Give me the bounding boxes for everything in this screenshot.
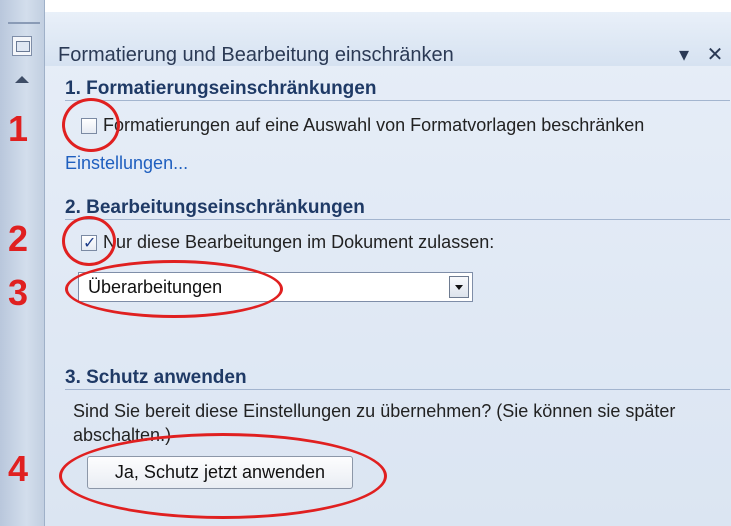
formatting-restriction-checkbox[interactable] — [81, 118, 97, 134]
editing-restriction-checkbox[interactable] — [81, 233, 97, 252]
strip-separator — [8, 22, 40, 24]
section-formatting-heading: 1. Formatierungseinschränkungen — [65, 78, 377, 99]
editing-type-select[interactable]: Überarbeitungen — [78, 272, 473, 302]
apply-protection-button[interactable]: Ja, Schutz jetzt anwenden — [87, 456, 353, 489]
panel-title: Formatierung und Bearbeitung einschränke… — [58, 44, 454, 66]
editing-checkbox-label: Nur diese Bearbeitungen im Dokument zula… — [103, 232, 495, 252]
section-editing-heading: 2. Bearbeitungseinschränkungen — [65, 197, 365, 218]
dropdown-icon[interactable] — [449, 276, 469, 298]
scroll-up-icon[interactable] — [15, 76, 29, 83]
annotation-number: 2 — [8, 218, 29, 259]
restrict-editing-panel: Formatierung und Bearbeitung einschränke… — [8, 0, 731, 526]
formatting-checkbox-label: Formatierungen auf eine Auswahl von Form… — [103, 115, 645, 135]
panel-title-bar: Formatierung und Bearbeitung einschränke… — [45, 0, 731, 66]
section-divider — [65, 389, 730, 390]
panel-controls[interactable]: ▾ ✕ — [679, 42, 729, 67]
protection-description: Sind Sie bereit diese Einstellungen zu ü… — [73, 401, 676, 445]
annotation-number: 4 — [8, 448, 29, 489]
settings-link[interactable]: Einstellungen... — [65, 153, 188, 174]
editing-type-value: Überarbeitungen — [88, 277, 223, 297]
pane-icon[interactable] — [12, 36, 32, 56]
section-protection-heading: 3. Schutz anwenden — [65, 367, 247, 388]
annotation-number: 3 — [8, 272, 29, 313]
section-divider — [65, 100, 730, 101]
annotation-number: 1 — [8, 108, 29, 149]
section-divider — [65, 219, 730, 220]
